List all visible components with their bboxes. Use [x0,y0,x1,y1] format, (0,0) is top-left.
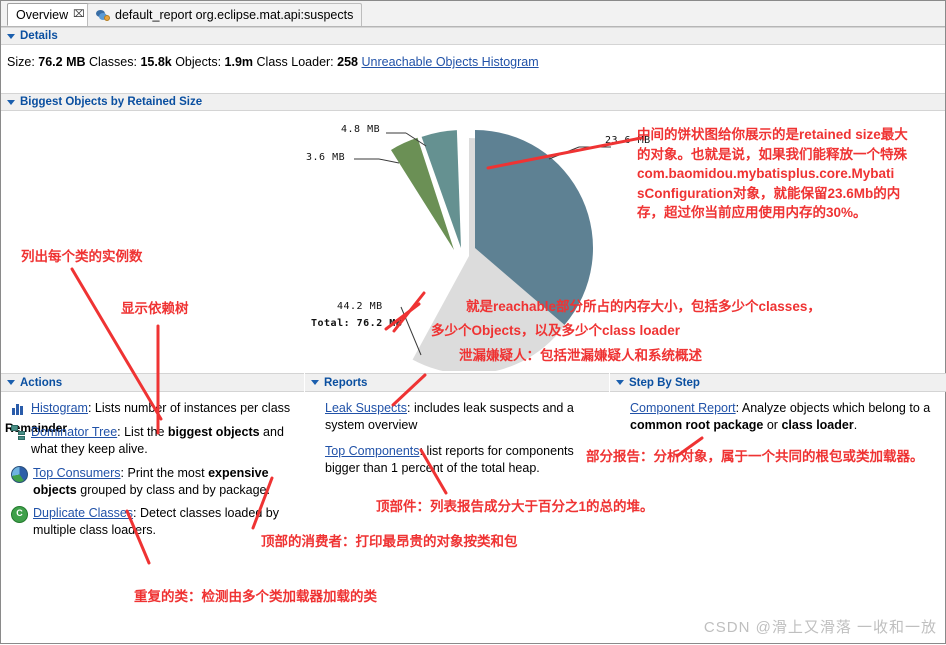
annotation-pie-note-line5: 存，超过你当前应用使用内存的30%。 [637,205,867,221]
duplicate-classes-icon: C [11,506,28,524]
duplicate-classes-link[interactable]: Duplicate Classes [33,506,133,520]
mat-overview-window: Overview ⌧ default_report org.eclipse.ma… [0,0,946,644]
dominator-tree-bold: biggest objects [167,424,260,439]
top-consumers-desc-a: : Print the most [120,465,209,480]
panel-step-body: Component Report: Analyze objects which … [610,392,946,434]
component-report-mid: or [763,417,782,432]
classes-label: Classes: [89,55,137,69]
collapse-triangle-icon[interactable] [311,380,319,385]
annotation-pie-note-line1: 中间的饼状图给你展示的是retained size最大 [637,127,908,142]
panel-actions-header[interactable]: Actions [1,373,304,392]
tab-close-icon[interactable]: ⌧ [73,9,85,20]
classloader-value: 258 [337,55,358,69]
section-details-header[interactable]: Details [1,27,945,45]
tab-default-report-label: default_report org.eclipse.mat.api:suspe… [115,8,354,22]
pie-total-label: Total: 76.2 MB [311,318,403,329]
collapse-triangle-icon[interactable] [7,99,15,105]
collapse-triangle-icon[interactable] [7,33,15,39]
objects-value: 1.9m [224,55,254,69]
action-duplicate-classes-text: Duplicate Classes: Detect classes loaded… [33,505,298,539]
section-biggest-objects-title: Biggest Objects by Retained Size [20,96,203,108]
classloader-label: Class Loader: [256,55,334,69]
annotation-pie-note-line3: com.baomidou.mybatisplus.core.Mybati [637,166,895,182]
dominator-tree-icon [11,424,26,440]
size-value: 76.2 MB [38,55,86,69]
top-consumers-link[interactable]: Top Consumers [33,466,121,480]
histogram-link[interactable]: Histogram [31,401,88,415]
component-report-desc-a: : Analyze objects which belong to a [735,401,931,415]
annotation-pie-note-line4: sConfiguration对象，就能保留23.6Mb的内 [637,185,901,201]
action-top-consumers[interactable]: Top Consumers: Print the most expensive … [11,465,298,499]
collapse-triangle-icon[interactable] [616,380,624,385]
top-consumers-desc-b: grouped by class and by package. [76,482,270,497]
tab-default-report[interactable]: default_report org.eclipse.mat.api:suspe… [87,3,363,26]
csdn-watermark: CSDN @滑上又滑落 一收和一放 [703,619,937,636]
annotation-component-note: 部分报告：分析对象，属于一个共同的根包或类加载器。 [586,449,924,464]
tab-strip-empty [350,3,943,27]
panel-reports: Reports Leak Suspects: includes leak sus… [305,373,609,486]
collapse-triangle-icon[interactable] [7,380,15,385]
pie-label-44-2: 44.2 MB [337,301,383,312]
tab-overview[interactable]: Overview ⌧ [7,3,94,26]
details-summary: Size: 76.2 MB Classes: 15.8k Objects: 1.… [1,45,945,85]
leak-suspects-link[interactable]: Leak Suspects [325,401,407,415]
top-consumers-icon [11,465,28,483]
action-histogram-text: Histogram: Lists number of instances per… [31,400,298,417]
pie-label-4-8: 4.8 MB [341,124,381,135]
objects-label: Objects: [175,55,222,69]
annotation-total-note-line1: 就是reachable部分所占的内存大小，包括多少个classes， [466,299,821,314]
tab-overview-label: Overview [16,7,69,22]
annotation-total-note-line2: 多少个Objects，以及多少个class loader [431,323,681,338]
panel-reports-title: Reports [324,376,368,389]
panel-actions-body: Histogram: Lists number of instances per… [1,392,304,539]
panel-step-by-step: Step By Step Component Report: Analyze o… [610,373,946,443]
size-label: Size: [7,55,35,69]
unreachable-objects-histogram-link[interactable]: Unreachable Objects Histogram [361,55,538,69]
action-duplicate-classes[interactable]: C Duplicate Classes: Detect classes load… [11,505,298,539]
panel-reports-body: Leak Suspects: includes leak suspects an… [305,392,609,477]
panel-actions: Actions Histogram: Lists number of insta… [1,373,304,546]
panel-actions-title: Actions [20,376,63,389]
annotation-top-consumers-note: 顶部的消费者：打印最昂贵的对象按类和包 [261,534,518,549]
annotation-duplicate-note: 重复的类：检测由多个类加载器加载的类 [134,589,377,604]
pie-label-3-6: 3.6 MB [306,152,346,163]
action-histogram[interactable]: Histogram: Lists number of instances per… [11,400,298,417]
annotation-pie-note: 中间的饼状图给你展示的是retained size最大 的对象。也就是说，如果我… [637,125,941,223]
report-icon [96,8,110,22]
top-components-link[interactable]: Top Components [325,444,420,458]
panel-step-title: Step By Step [629,376,700,389]
annotation-leak-note: 泄漏嫌疑人：包括泄漏嫌疑人和系统概述 [459,348,702,363]
component-report-link[interactable]: Component Report [630,401,736,415]
report-top-components[interactable]: Top Components: list reports for compone… [315,443,603,477]
editor-tab-bar: Overview ⌧ default_report org.eclipse.ma… [1,1,945,27]
classes-value: 15.8k [140,55,172,69]
component-report-bold-a: common root package [630,417,764,432]
dominator-tree-link[interactable]: Dominator Tree [31,425,117,439]
component-report-desc-b: . [853,417,858,432]
action-top-consumers-text: Top Consumers: Print the most expensive … [33,465,298,499]
annotation-top-components-note: 顶部件：列表报告成分大于百分之1的总的堆。 [376,499,654,514]
annotation-histogram-note: 列出每个类的实例数 [21,249,143,264]
action-dominator-tree[interactable]: Dominator Tree: List the biggest objects… [11,424,298,458]
section-biggest-objects-header[interactable]: Biggest Objects by Retained Size [1,93,945,111]
panel-reports-header[interactable]: Reports [305,373,609,392]
dominator-tree-desc-a: : List the [117,424,168,439]
section-details-title: Details [20,30,58,42]
component-report-bold-b: class loader [781,417,854,432]
annotation-dominator-note: 显示依赖树 [121,301,189,316]
panel-step-header[interactable]: Step By Step [610,373,946,392]
report-leak-suspects[interactable]: Leak Suspects: includes leak suspects an… [315,400,603,434]
report-component-report[interactable]: Component Report: Analyze objects which … [620,400,941,434]
action-dominator-tree-text: Dominator Tree: List the biggest objects… [31,424,298,458]
histogram-desc: : Lists number of instances per class [87,401,291,415]
histogram-icon [11,401,26,416]
annotation-pie-note-line2: 的对象。也就是说，如果我们能释放一个特殊 [637,146,907,162]
